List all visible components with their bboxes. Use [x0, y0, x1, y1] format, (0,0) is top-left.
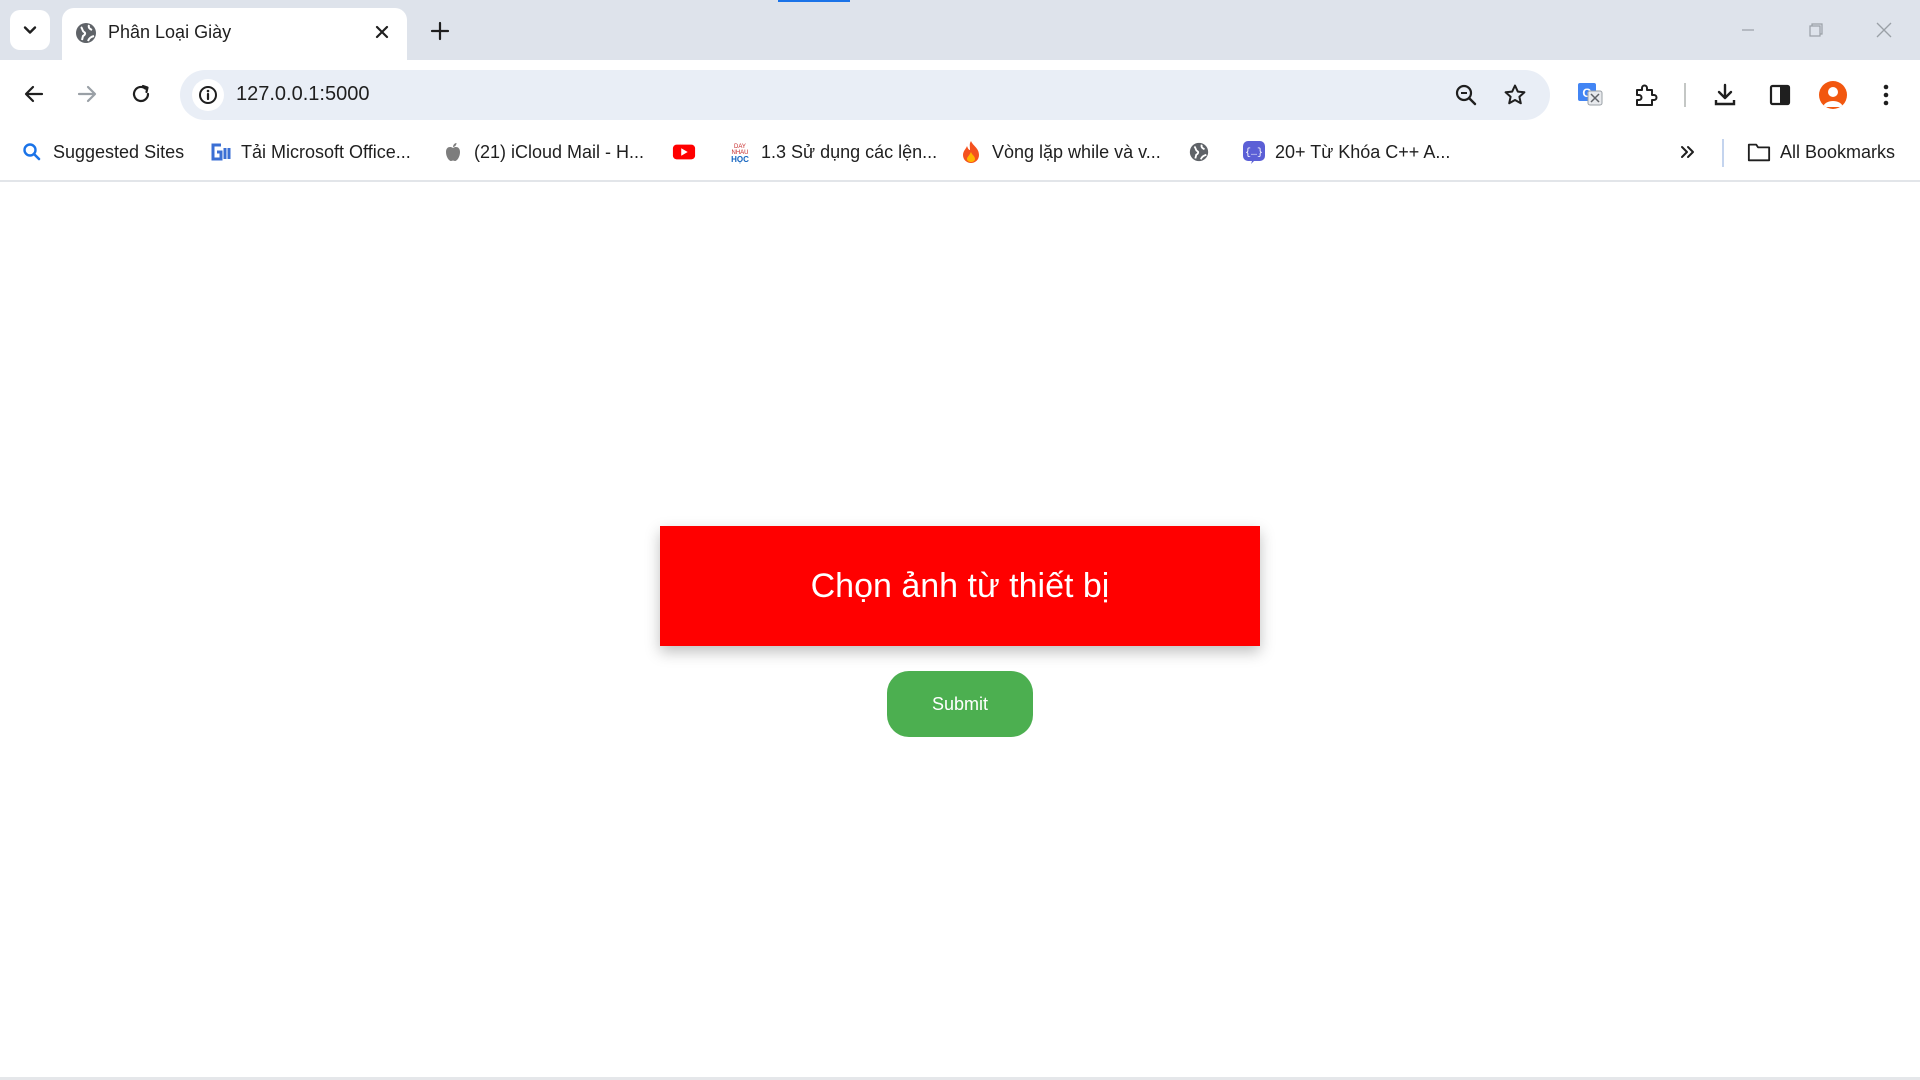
- submit-button[interactable]: Submit: [887, 671, 1033, 737]
- svg-text:HỌC: HỌC: [731, 155, 749, 164]
- browser-toolbar: 127.0.0.1:5000 G: [0, 60, 1920, 127]
- choose-image-button[interactable]: Chọn ảnh từ thiết bị: [660, 526, 1260, 646]
- profile-button[interactable]: [1813, 75, 1853, 115]
- all-bookmarks-button[interactable]: All Bookmarks: [1747, 137, 1895, 167]
- reload-button[interactable]: [121, 74, 161, 114]
- gi-logo-icon: [208, 140, 232, 164]
- youtube-icon: [672, 140, 696, 164]
- bookmarks-bar: Suggested Sites Tải Microsoft Office... …: [0, 127, 1920, 182]
- choose-image-label: Chọn ảnh từ thiết bị: [810, 566, 1110, 605]
- bookmark-youtube[interactable]: [672, 137, 705, 167]
- restore-icon: [1809, 23, 1823, 37]
- new-tab-button[interactable]: [423, 14, 457, 48]
- zoom-button[interactable]: [1450, 79, 1482, 111]
- back-button[interactable]: [14, 74, 54, 114]
- close-icon: [1876, 22, 1892, 38]
- toolbar-separator: [1684, 83, 1686, 107]
- svg-text:{…}: {…}: [1245, 147, 1263, 159]
- bookmark-su-dung-cac-lenh[interactable]: DAY NHAU HỌC 1.3 Sử dụng các lện...: [728, 137, 937, 167]
- bookmark-label: (21) iCloud Mail - H...: [474, 141, 645, 162]
- back-arrow-icon: [24, 85, 44, 103]
- address-bar[interactable]: 127.0.0.1:5000: [180, 70, 1550, 120]
- minimize-icon: [1742, 29, 1754, 31]
- bookmark-star-button[interactable]: [1499, 79, 1531, 111]
- bookmark-label: 1.3 Sử dụng các lện...: [761, 141, 938, 162]
- avatar: [1819, 81, 1847, 109]
- download-icon: [1714, 83, 1736, 106]
- forward-arrow-icon: [77, 85, 97, 103]
- side-panel-button[interactable]: [1760, 75, 1800, 115]
- double-chevron-right-icon: [1676, 140, 1700, 164]
- tab-close-button[interactable]: [367, 17, 397, 47]
- fire-icon: [959, 140, 983, 164]
- bookmark-microsoft-office[interactable]: Tải Microsoft Office...: [208, 137, 411, 167]
- globe-icon: [76, 23, 96, 43]
- puzzle-icon: [1636, 84, 1658, 106]
- close-window-button[interactable]: [1859, 10, 1909, 50]
- extensions-button[interactable]: [1626, 75, 1666, 115]
- bookmark-vong-lap-while[interactable]: Vòng lặp while và v...: [959, 137, 1161, 167]
- loading-indicator: [778, 0, 850, 2]
- restore-button[interactable]: [1791, 10, 1841, 50]
- tab-title: Phân Loại Giày: [108, 22, 232, 42]
- more-vert-icon: [1883, 84, 1889, 106]
- translate-button[interactable]: G: [1570, 75, 1610, 115]
- bookmark-label: Tải Microsoft Office...: [241, 141, 411, 162]
- search-icon: [20, 140, 44, 164]
- apple-icon: [441, 140, 465, 164]
- person-icon: [1823, 87, 1843, 107]
- page-content: Chọn ảnh từ thiết bị Submit: [0, 182, 1920, 1080]
- bookmarks-overflow-button[interactable]: [1676, 137, 1709, 167]
- chevron-down-icon: [23, 26, 37, 34]
- bookmarks-separator: [1722, 139, 1724, 167]
- side-panel-icon: [1769, 84, 1791, 106]
- reload-icon: [132, 84, 150, 103]
- code-braces-icon: {…}: [1242, 140, 1266, 164]
- tab-search-button[interactable]: [10, 10, 50, 50]
- tab-strip: Phân Loại Giày: [0, 0, 1920, 60]
- folder-icon: [1747, 140, 1771, 164]
- bookmark-suggested-sites[interactable]: Suggested Sites: [20, 137, 184, 167]
- bookmark-label: 20+ Từ Khóa C++ A...: [1275, 141, 1451, 162]
- globe-icon: [1187, 140, 1211, 164]
- info-icon: [199, 86, 217, 104]
- close-icon: [375, 25, 389, 39]
- site-info-button[interactable]: [192, 79, 224, 111]
- minimize-button[interactable]: [1723, 10, 1773, 50]
- bookmark-label: Vòng lặp while và v...: [992, 141, 1161, 162]
- dayhoc-icon: DAY NHAU HỌC: [728, 140, 752, 164]
- zoom-out-icon: [1455, 84, 1477, 106]
- bookmark-tu-khoa-cpp[interactable]: {…} 20+ Từ Khóa C++ A...: [1242, 137, 1450, 167]
- downloads-button[interactable]: [1705, 75, 1745, 115]
- plus-icon: [430, 21, 450, 41]
- url-text[interactable]: 127.0.0.1:5000: [236, 83, 369, 106]
- bookmark-globe[interactable]: [1187, 137, 1220, 167]
- bookmark-label: Suggested Sites: [53, 141, 185, 162]
- forward-button[interactable]: [67, 74, 107, 114]
- menu-button[interactable]: [1866, 75, 1906, 115]
- google-translate-icon: G: [1578, 83, 1603, 106]
- bookmark-icloud-mail[interactable]: (21) iCloud Mail - H...: [441, 137, 644, 167]
- active-tab[interactable]: Phân Loại Giày: [62, 8, 407, 60]
- all-bookmarks-label: All Bookmarks: [1780, 141, 1896, 162]
- star-icon: [1504, 84, 1526, 105]
